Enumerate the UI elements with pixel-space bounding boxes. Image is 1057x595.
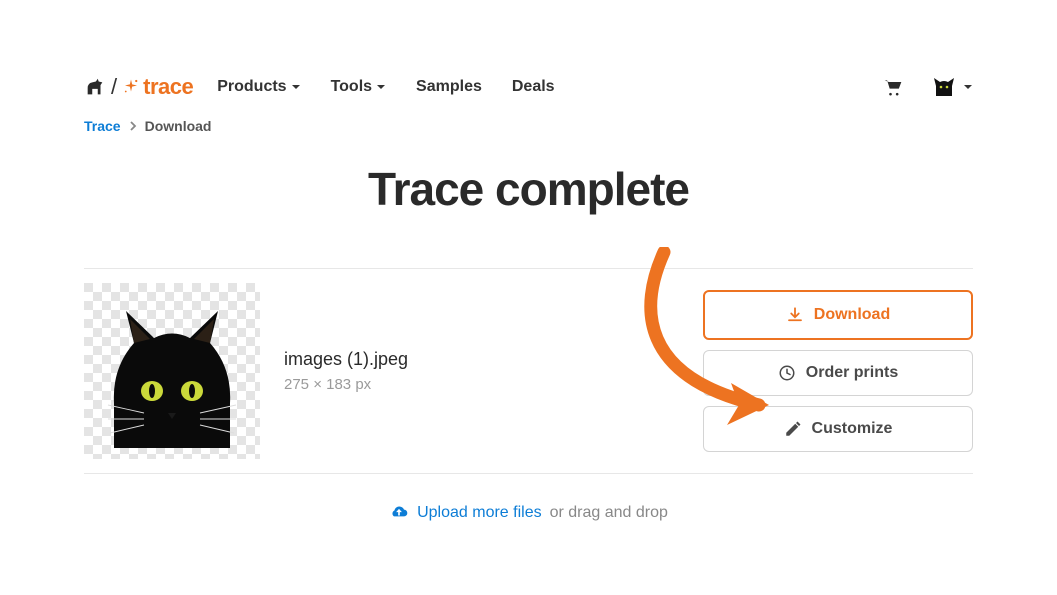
nav-samples[interactable]: Samples [416,78,482,96]
nav-label: Samples [416,78,482,96]
page-title: Trace complete [84,162,973,216]
button-label: Order prints [806,364,898,382]
upload-link[interactable]: Upload more files [417,504,542,522]
button-label: Download [814,306,890,324]
customize-button[interactable]: Customize [703,406,973,452]
nav-tools[interactable]: Tools [331,78,386,96]
breadcrumb-root[interactable]: Trace [84,118,121,134]
breadcrumb-current: Download [145,118,212,134]
cart-icon[interactable] [883,78,903,96]
file-name: images (1).jpeg [284,349,408,370]
caret-down-icon [291,82,301,92]
chevron-right-icon [129,121,137,131]
nav-products[interactable]: Products [217,78,300,96]
nav-label: Deals [512,78,555,96]
button-label: Customize [812,420,893,438]
breadcrumb: Trace Download [84,118,973,134]
sparkle-icon [122,78,140,96]
nav-label: Tools [331,78,372,96]
download-icon [786,306,804,324]
clock-icon [778,364,796,382]
caret-down-icon [963,82,973,92]
horse-icon [84,76,106,98]
user-menu[interactable] [931,74,973,100]
cloud-upload-icon [389,504,409,522]
action-buttons: Download Order prints Customize [703,290,973,452]
caret-down-icon [376,82,386,92]
nav-items: Products Tools Samples Deals [217,78,554,96]
result-thumbnail[interactable] [84,283,260,459]
upload-more[interactable]: Upload more files or drag and drop [84,504,973,522]
nav-label: Products [217,78,286,96]
upload-hint: or drag and drop [550,504,668,522]
nav-deals[interactable]: Deals [512,78,555,96]
download-button[interactable]: Download [703,290,973,340]
avatar-icon [931,74,957,100]
nav-right [883,74,973,100]
logo[interactable]: / trace [84,74,193,100]
slash-divider: / [111,74,117,100]
brand-word: trace [143,74,193,100]
pencil-icon [784,420,802,438]
file-dimensions: 275 × 183 px [284,376,408,393]
top-nav: / trace Products Tools Samples Deals [84,0,973,104]
result-card: images (1).jpeg 275 × 183 px Download Or… [84,268,973,474]
file-meta: images (1).jpeg 275 × 183 px [284,349,408,393]
order-prints-button[interactable]: Order prints [703,350,973,396]
